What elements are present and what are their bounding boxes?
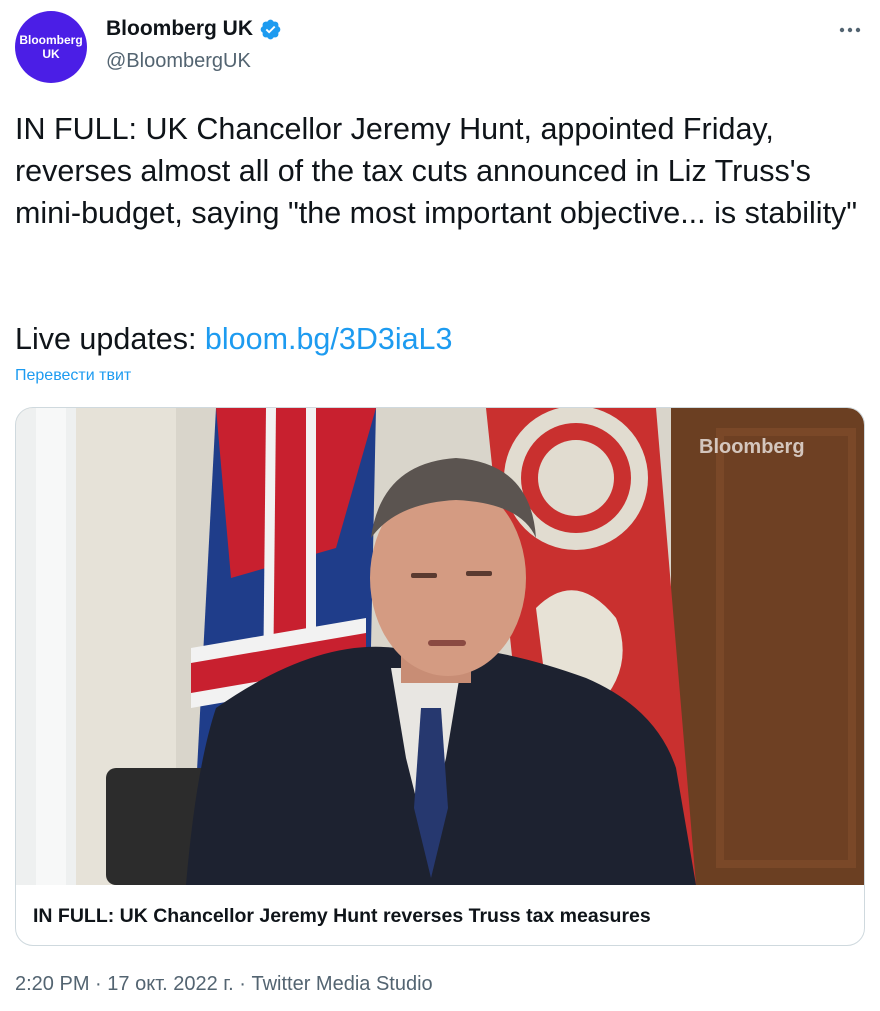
author-name-row: Bloomberg UK xyxy=(106,17,282,41)
translate-tweet-link[interactable]: Перевести твит xyxy=(15,367,131,385)
meta-separator: · xyxy=(233,973,252,995)
meta-separator: · xyxy=(89,973,108,995)
more-options-button[interactable] xyxy=(834,14,866,46)
tweet-date[interactable]: 17 окт. 2022 г. xyxy=(107,973,233,995)
media-card-title[interactable]: IN FULL: UK Chancellor Jeremy Hunt rever… xyxy=(33,905,651,928)
verified-badge-icon xyxy=(260,19,281,39)
video-thumbnail[interactable]: Bloomberg xyxy=(16,408,864,885)
avatar-label-line2: UK xyxy=(42,47,60,61)
author-display-name[interactable]: Bloomberg UK xyxy=(106,17,253,41)
author-handle[interactable]: @BloombergUK xyxy=(106,50,251,73)
avatar-label-line1: Bloomberg xyxy=(19,33,83,47)
more-options-icon xyxy=(839,27,861,33)
live-updates-prefix: Live updates: xyxy=(15,322,205,356)
tweet-source[interactable]: Twitter Media Studio xyxy=(251,973,432,995)
live-updates-line: Live updates: bloom.bg/3D3iaL3 xyxy=(15,318,452,360)
tweet-text: IN FULL: UK Chancellor Jeremy Hunt, appo… xyxy=(15,112,858,230)
media-card[interactable]: Bloomberg IN FULL: UK Chancellor Jeremy … xyxy=(15,407,865,946)
tweet-meta: 2:20 PM · 17 окт. 2022 г. · Twitter Medi… xyxy=(15,973,433,996)
video-watermark: Bloomberg xyxy=(699,436,805,458)
live-updates-link[interactable]: bloom.bg/3D3iaL3 xyxy=(205,322,453,356)
tweet-time[interactable]: 2:20 PM xyxy=(15,973,89,995)
author-avatar[interactable]: Bloomberg UK xyxy=(15,11,87,83)
video-frame-image: Bloomberg xyxy=(16,408,864,885)
